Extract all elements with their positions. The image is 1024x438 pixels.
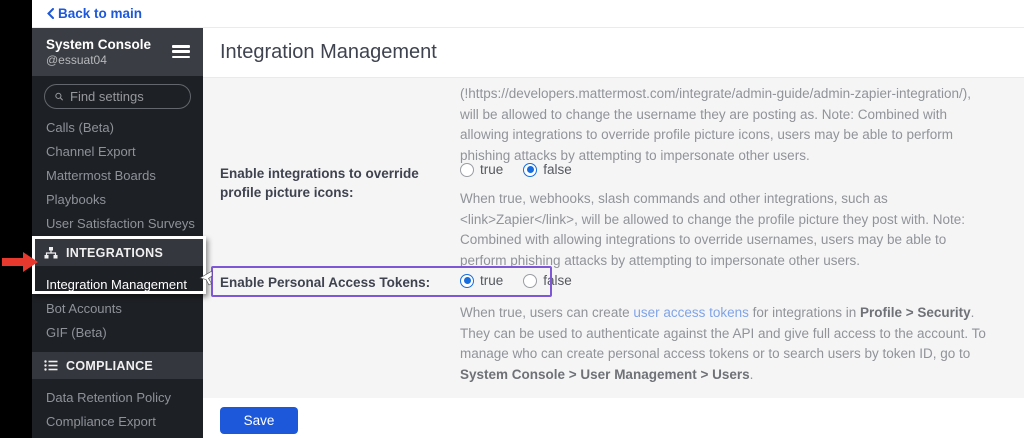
- console-title: System Console: [46, 37, 152, 52]
- sitemap-icon: [44, 246, 58, 258]
- sidebar-item-bot-accounts[interactable]: Bot Accounts: [32, 296, 203, 320]
- user-access-tokens-link[interactable]: user access tokens: [633, 305, 749, 320]
- personal-access-tokens-radio-group: true false: [460, 273, 572, 288]
- hamburger-menu-icon[interactable]: [172, 45, 190, 58]
- sidebar-section-compliance[interactable]: COMPLIANCE: [32, 352, 203, 379]
- sidebar-item-user-satisfaction-surveys[interactable]: User Satisfaction Surveys: [32, 211, 203, 235]
- page-header: Integration Management: [203, 28, 1024, 78]
- sidebar-item-channel-export[interactable]: Channel Export: [32, 139, 203, 163]
- search-input[interactable]: [70, 89, 180, 104]
- admin-sidebar: System Console @essuat04 Calls (Beta) Ch…: [32, 28, 203, 438]
- sidebar-item-gif[interactable]: GIF (Beta): [32, 320, 203, 344]
- list-icon: [44, 360, 58, 371]
- sidebar-item-data-retention-policy[interactable]: Data Retention Policy: [32, 385, 203, 409]
- radio-option-true[interactable]: true: [460, 162, 503, 177]
- console-username: @essuat04: [46, 53, 107, 67]
- sidebar-item-mattermost-boards[interactable]: Mattermost Boards: [32, 163, 203, 187]
- back-to-main-link[interactable]: Back to main: [47, 6, 142, 21]
- find-settings-search[interactable]: [44, 84, 191, 109]
- back-to-main-label: Back to main: [58, 6, 143, 21]
- override-picture-icons-radio-group: true false: [460, 162, 572, 177]
- help-line: System Console > User Management > Users…: [460, 366, 754, 382]
- personal-access-tokens-help-text: When true, users can create user access …: [460, 303, 1024, 385]
- settings-panel: (!https://developers.mattermost.com/inte…: [203, 78, 1024, 398]
- radio-option-false[interactable]: false: [523, 162, 572, 177]
- page-title: Integration Management: [220, 41, 437, 63]
- search-icon: [55, 92, 63, 101]
- radio-icon-checked[interactable]: [460, 273, 474, 288]
- sidebar-item-custom-terms-of-service[interactable]: Custom Terms of Service: [32, 433, 203, 438]
- personal-access-tokens-label: Enable Personal Access Tokens:: [220, 275, 431, 290]
- sidebar-header: System Console @essuat04: [32, 28, 203, 76]
- team-sidebar-strip: [0, 0, 32, 438]
- top-bar: Back to main: [32, 0, 1024, 28]
- sidebar-section-integrations[interactable]: INTEGRATIONS: [32, 239, 203, 266]
- radio-icon[interactable]: [523, 273, 538, 288]
- chevron-left-icon: [47, 8, 54, 19]
- sidebar-item-compliance-export[interactable]: Compliance Export: [32, 409, 203, 433]
- override-picture-icons-label: Enable integrations to override profile …: [220, 166, 419, 200]
- radio-option-true[interactable]: true: [460, 273, 503, 288]
- sidebar-item-integration-management[interactable]: Integration Management: [32, 272, 203, 296]
- help-line: They can be used to authenticate against…: [460, 325, 986, 341]
- override-picture-icons-help-text: When true, webhooks, slash commands and …: [460, 191, 966, 268]
- sidebar-item-calls[interactable]: Calls (Beta): [32, 115, 203, 139]
- help-line: manage who can create personal access to…: [460, 346, 971, 361]
- help-line: When true, users can create user access …: [460, 305, 975, 320]
- sidebar-item-playbooks[interactable]: Playbooks: [32, 187, 203, 211]
- save-button[interactable]: Save: [220, 407, 298, 434]
- radio-icon[interactable]: [460, 162, 474, 177]
- radio-icon-checked[interactable]: [523, 162, 538, 177]
- override-usernames-help-text: (!https://developers.mattermost.com/inte…: [460, 86, 971, 163]
- radio-option-false[interactable]: false: [523, 273, 572, 288]
